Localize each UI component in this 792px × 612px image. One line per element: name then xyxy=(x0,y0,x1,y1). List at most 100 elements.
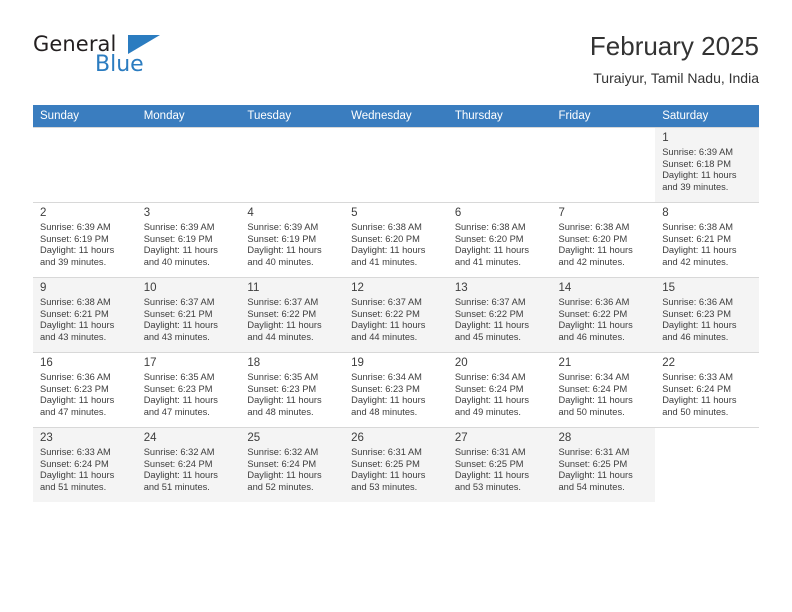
calendar-cell-day-23[interactable]: 23 Sunrise: 6:33 AM Sunset: 6:24 PM Dayligh… xyxy=(33,427,137,502)
day-cell-content: 5 Sunrise: 6:38 AM Sunset: 6:20 PM Daylight… xyxy=(344,202,448,277)
daylight-text-line1: Daylight: 11 hours xyxy=(247,245,322,256)
calendar-cell-day-28[interactable]: 28 Sunrise: 6:31 AM Sunset: 6:25 PM Dayligh… xyxy=(551,427,656,502)
calendar-cell-day-5[interactable]: 5 Sunrise: 6:38 AM Sunset: 6:20 PM Daylight… xyxy=(344,202,448,277)
daylight-text-line2: and 40 minutes. xyxy=(143,256,210,267)
sunset-text: Sunset: 6:23 PM xyxy=(143,383,213,394)
day-number: 17 xyxy=(143,357,157,369)
sunset-text: Sunset: 6:23 PM xyxy=(40,383,109,394)
calendar-cell-day-26[interactable]: 26 Sunrise: 6:31 AM Sunset: 6:25 PM Dayligh… xyxy=(344,427,448,502)
sunset-text: Sunset: 6:24 PM xyxy=(558,383,628,394)
sunset-text: Sunset: 6:25 PM xyxy=(558,458,628,469)
daylight-text-line1: Daylight: 11 hours xyxy=(143,245,218,256)
sunrise-text: Sunrise: 6:33 AM xyxy=(662,372,734,382)
calendar-cell-day-17[interactable]: 17 Sunrise: 6:35 AM Sunset: 6:23 PM Dayligh… xyxy=(136,352,241,427)
daylight-text-line2: and 39 minutes. xyxy=(40,256,107,267)
sunset-text: Sunset: 6:23 PM xyxy=(662,308,731,319)
calendar-cell-empty xyxy=(344,127,448,202)
sunrise-text: Sunrise: 6:31 AM xyxy=(558,447,630,457)
day-cell-content: 11 Sunrise: 6:37 AM Sunset: 6:22 PM Dayligh… xyxy=(240,277,345,352)
day-cell-content: 3 Sunrise: 6:39 AM Sunset: 6:19 PM Daylight… xyxy=(136,202,241,277)
day-number: 15 xyxy=(662,282,676,294)
daylight-text-line2: and 42 minutes. xyxy=(662,256,729,267)
calendar-cell-empty xyxy=(33,127,137,202)
calendar-cell-day-24[interactable]: 24 Sunrise: 6:32 AM Sunset: 6:24 PM Dayligh… xyxy=(136,427,241,502)
calendar-cell-day-7[interactable]: 7 Sunrise: 6:38 AM Sunset: 6:20 PM Daylight… xyxy=(551,202,656,277)
daylight-text-line2: and 48 minutes. xyxy=(351,406,418,417)
sunset-text: Sunset: 6:24 PM xyxy=(662,383,731,394)
day-number: 11 xyxy=(247,282,260,294)
calendar-cell-day-2[interactable]: 2 Sunrise: 6:39 AM Sunset: 6:19 PM Daylight… xyxy=(33,202,137,277)
sunrise-text: Sunrise: 6:37 AM xyxy=(454,297,526,307)
calendar-cell-day-15[interactable]: 15 Sunrise: 6:36 AM Sunset: 6:23 PM Dayligh… xyxy=(655,277,759,352)
sunset-text: Sunset: 6:25 PM xyxy=(351,458,420,469)
calendar-cell-day-10[interactable]: 10 Sunrise: 6:37 AM Sunset: 6:21 PM Dayligh… xyxy=(136,277,241,352)
daylight-text-line2: and 53 minutes. xyxy=(351,481,418,492)
day-number: 27 xyxy=(454,432,468,444)
sunrise-text: Sunrise: 6:36 AM xyxy=(662,297,734,307)
calendar-cell-day-13[interactable]: 13 Sunrise: 6:37 AM Sunset: 6:22 PM Dayligh… xyxy=(447,277,552,352)
daylight-text-line2: and 49 minutes. xyxy=(454,406,521,417)
sunset-text: Sunset: 6:22 PM xyxy=(247,308,317,319)
daylight-text-line2: and 41 minutes. xyxy=(454,256,521,267)
logo-text-blue: Blue xyxy=(95,52,144,77)
calendar-cell-day-22[interactable]: 22 Sunrise: 6:33 AM Sunset: 6:24 PM Dayligh… xyxy=(655,352,759,427)
calendar-cell-day-8[interactable]: 8 Sunrise: 6:38 AM Sunset: 6:21 PM Daylight… xyxy=(655,202,759,277)
daylight-text-line1: Daylight: 11 hours xyxy=(454,245,530,256)
day-number: 21 xyxy=(558,357,572,369)
day-cell-content: 4 Sunrise: 6:39 AM Sunset: 6:19 PM Daylight… xyxy=(240,202,345,277)
daylight-text-line2: and 47 minutes. xyxy=(143,406,210,417)
calendar-cell-day-16[interactable]: 16 Sunrise: 6:36 AM Sunset: 6:23 PM Dayligh… xyxy=(33,352,137,427)
calendar-cell-day-19[interactable]: 19 Sunrise: 6:34 AM Sunset: 6:23 PM Dayligh… xyxy=(344,352,448,427)
sunrise-text: Sunrise: 6:33 AM xyxy=(40,447,111,457)
day-cell-content: 25 Sunrise: 6:32 AM Sunset: 6:24 PM Dayligh… xyxy=(240,427,345,502)
daylight-text-line2: and 43 minutes. xyxy=(143,331,210,342)
calendar-cell-day-4[interactable]: 4 Sunrise: 6:39 AM Sunset: 6:19 PM Daylight… xyxy=(240,202,345,277)
calendar-cell-empty xyxy=(136,127,241,202)
calendar-cell-day-14[interactable]: 14 Sunrise: 6:36 AM Sunset: 6:22 PM Dayligh… xyxy=(551,277,656,352)
calendar-cell-day-25[interactable]: 25 Sunrise: 6:32 AM Sunset: 6:24 PM Dayligh… xyxy=(240,427,345,502)
day-number: 23 xyxy=(40,432,53,444)
generalblue-logo[interactable]: General Blue xyxy=(33,32,233,82)
calendar-week-row: 2 Sunrise: 6:39 AM Sunset: 6:19 PM Daylight… xyxy=(33,202,759,277)
daylight-text-line2: and 46 minutes. xyxy=(558,331,625,342)
daylight-text-line2: and 51 minutes. xyxy=(40,481,107,492)
daylight-text-line1: Daylight: 11 hours xyxy=(558,470,633,481)
sunrise-text: Sunrise: 6:38 AM xyxy=(351,222,422,232)
calendar-cell-day-11[interactable]: 11 Sunrise: 6:37 AM Sunset: 6:22 PM Dayligh… xyxy=(240,277,345,352)
daylight-text-line1: Daylight: 11 hours xyxy=(40,245,115,256)
calendar-cell-day-20[interactable]: 20 Sunrise: 6:34 AM Sunset: 6:24 PM Dayligh… xyxy=(447,352,552,427)
column-header-monday: Monday xyxy=(136,105,241,127)
column-header-thursday: Thursday xyxy=(447,105,552,127)
day-cell-content: 13 Sunrise: 6:37 AM Sunset: 6:22 PM Dayligh… xyxy=(447,277,552,352)
calendar-cell-day-27[interactable]: 27 Sunrise: 6:31 AM Sunset: 6:25 PM Dayligh… xyxy=(447,427,552,502)
sunrise-sunset-calendar-table: Sunday Monday Tuesday Wednesday Thursday… xyxy=(33,105,759,502)
daylight-text-line2: and 42 minutes. xyxy=(558,256,625,267)
day-cell-content: 22 Sunrise: 6:33 AM Sunset: 6:24 PM Dayligh… xyxy=(655,352,759,427)
day-cell-content: 28 Sunrise: 6:31 AM Sunset: 6:25 PM Dayligh… xyxy=(551,427,656,502)
calendar-cell-day-21[interactable]: 21 Sunrise: 6:34 AM Sunset: 6:24 PM Dayligh… xyxy=(551,352,656,427)
calendar-cell-day-1[interactable]: 1 Sunrise: 6:39 AM Sunset: 6:18 PM Daylight… xyxy=(655,127,759,202)
day-cell-content: 20 Sunrise: 6:34 AM Sunset: 6:24 PM Dayligh… xyxy=(447,352,552,427)
calendar-cell-day-3[interactable]: 3 Sunrise: 6:39 AM Sunset: 6:19 PM Daylight… xyxy=(136,202,241,277)
calendar-page: General Blue February 2025 Turaiyur, Tam… xyxy=(0,0,792,612)
page-header: General Blue February 2025 Turaiyur, Tam… xyxy=(33,31,759,98)
daylight-text-line1: Daylight: 11 hours xyxy=(662,170,737,181)
calendar-cell-day-6[interactable]: 6 Sunrise: 6:38 AM Sunset: 6:20 PM Daylight… xyxy=(447,202,552,277)
calendar-cell-day-9[interactable]: 9 Sunrise: 6:38 AM Sunset: 6:21 PM Daylight… xyxy=(33,277,137,352)
sunrise-text: Sunrise: 6:32 AM xyxy=(143,447,215,457)
sunrise-text: Sunrise: 6:37 AM xyxy=(247,297,319,307)
day-number: 18 xyxy=(247,357,261,369)
sunset-text: Sunset: 6:20 PM xyxy=(351,233,420,244)
day-cell-content: 14 Sunrise: 6:36 AM Sunset: 6:22 PM Dayligh… xyxy=(551,277,656,352)
day-number: 25 xyxy=(247,432,261,444)
daylight-text-line2: and 48 minutes. xyxy=(247,406,314,417)
calendar-cell-day-12[interactable]: 12 Sunrise: 6:37 AM Sunset: 6:22 PM Dayligh… xyxy=(344,277,448,352)
day-cell-content xyxy=(551,127,656,202)
sunrise-text: Sunrise: 6:38 AM xyxy=(558,222,630,232)
calendar-cell-day-18[interactable]: 18 Sunrise: 6:35 AM Sunset: 6:23 PM Dayligh… xyxy=(240,352,345,427)
day-cell-content: 26 Sunrise: 6:31 AM Sunset: 6:25 PM Dayligh… xyxy=(344,427,448,502)
sunset-text: Sunset: 6:24 PM xyxy=(143,458,213,469)
sunrise-text: Sunrise: 6:31 AM xyxy=(351,447,422,457)
sunrise-text: Sunrise: 6:31 AM xyxy=(454,447,526,457)
sunrise-text: Sunrise: 6:39 AM xyxy=(247,222,319,232)
